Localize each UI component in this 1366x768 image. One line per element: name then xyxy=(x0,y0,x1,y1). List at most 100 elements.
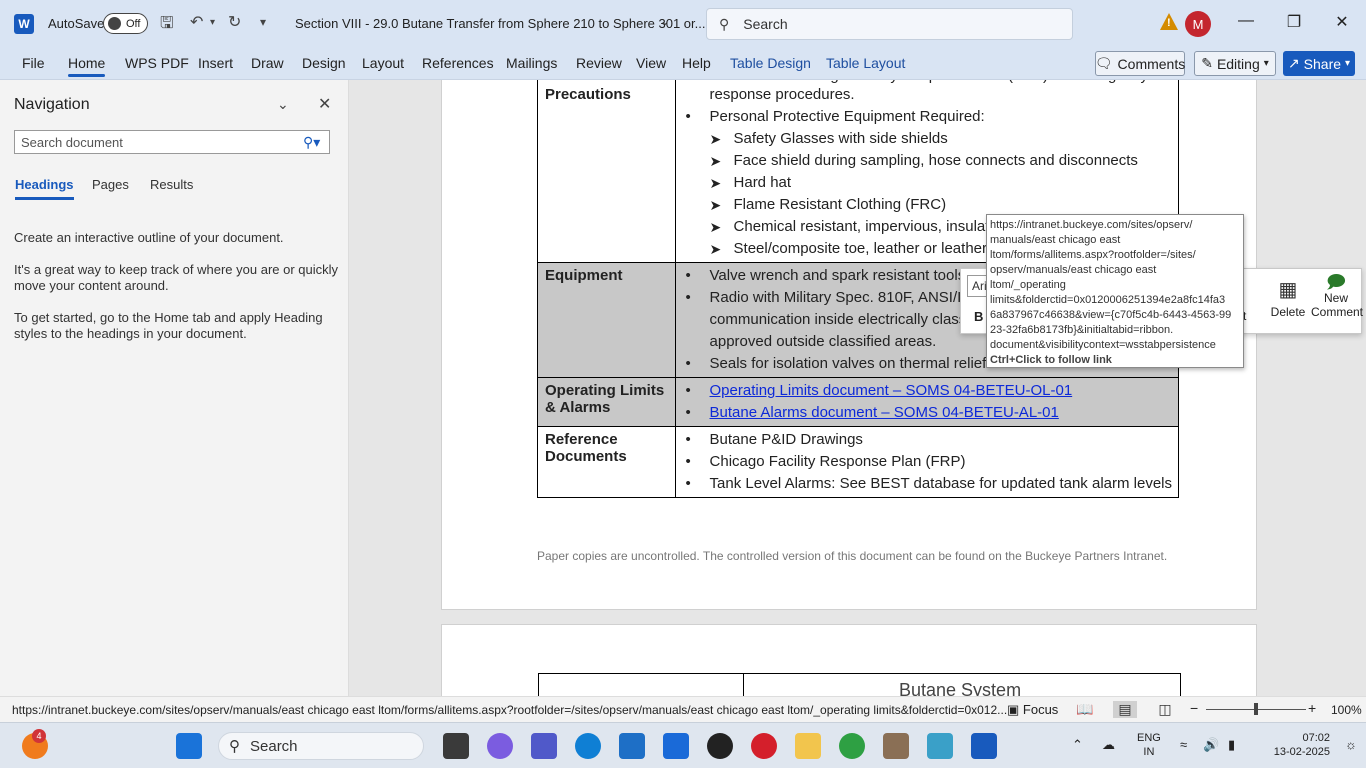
copilot-icon[interactable] xyxy=(487,733,513,759)
page-header-table[interactable]: Butane System xyxy=(538,673,1181,696)
chrome-icon[interactable] xyxy=(839,733,865,759)
tab-design[interactable]: Design xyxy=(302,55,346,71)
bold-button[interactable]: B xyxy=(974,309,983,324)
wifi-icon[interactable]: ≈ xyxy=(1180,737,1187,752)
row-label-cell[interactable]: Precautions xyxy=(537,80,676,263)
tab-layout[interactable]: Layout xyxy=(362,55,404,71)
tab-review[interactable]: Review xyxy=(576,55,622,71)
tab-table-layout[interactable]: Table Layout xyxy=(826,55,905,71)
list-item-text: Valve wrench and spark resistant tools xyxy=(709,267,966,284)
lang-line: ENG xyxy=(1137,732,1161,744)
chevron-down-icon[interactable]: ⌄ xyxy=(660,14,670,28)
avatar[interactable]: M xyxy=(1185,11,1211,37)
opera-icon[interactable] xyxy=(751,733,777,759)
word-taskbar-icon[interactable] xyxy=(971,733,997,759)
undo-icon[interactable]: ↶ xyxy=(190,12,203,32)
navigation-search-input[interactable]: Search document xyxy=(14,130,330,154)
tab-view[interactable]: View xyxy=(636,55,666,71)
link-list-item[interactable]: • Butane Alarms document – SOMS 04-BETEU-… xyxy=(686,402,1172,424)
autosave-toggle[interactable]: Off xyxy=(103,13,148,34)
document-title[interactable]: Section VIII - 29.0 Butane Transfer from… xyxy=(295,16,705,31)
power-automate-icon[interactable] xyxy=(663,733,689,759)
start-icon[interactable] xyxy=(176,733,202,759)
notification-bell-icon[interactable]: ☼ xyxy=(1345,737,1357,752)
customize-toolbar-icon[interactable]: ▾ xyxy=(260,15,266,29)
print-layout-icon[interactable]: ▤ xyxy=(1113,701,1137,718)
table-row[interactable]: Reference Documents • Butane P&ID Drawings… xyxy=(537,426,1180,498)
row-content-cell[interactable]: • Operating Limits document – SOMS 04-BET… xyxy=(674,377,1180,427)
battery-icon[interactable]: ▮ xyxy=(1228,737,1235,753)
taskbar-search[interactable]: ⚲ Search xyxy=(218,732,424,760)
share-icon: ↗ xyxy=(1287,55,1300,71)
status-bar: https://intranet.buckeye.com/sites/opser… xyxy=(0,696,1366,722)
delete-button[interactable]: ▦ Delete xyxy=(1268,277,1308,319)
row-label-cell[interactable]: Equipment xyxy=(537,262,676,378)
edge-icon[interactable] xyxy=(575,733,601,759)
arrow-bullet-icon: ➤ xyxy=(709,131,722,147)
tooltip-url-line: opserv/manuals/east chicago east xyxy=(990,264,1157,276)
tab-insert[interactable]: Insert xyxy=(198,55,233,71)
volume-icon[interactable]: 🔊 xyxy=(1203,737,1219,753)
tab-references[interactable]: References xyxy=(422,55,494,71)
tab-draw[interactable]: Draw xyxy=(251,55,284,71)
new-comment-button[interactable]: 🗩 New Comment xyxy=(1311,273,1363,319)
warning-icon[interactable]: ! xyxy=(1160,13,1178,30)
tab-results[interactable]: Results xyxy=(150,177,193,192)
tab-pages[interactable]: Pages xyxy=(92,177,129,192)
row-label-cell[interactable]: Reference Documents xyxy=(537,426,676,498)
dell-icon[interactable] xyxy=(707,733,733,759)
undo-dropdown-icon[interactable]: ▾ xyxy=(210,17,215,28)
clock-date: 13-02-2025 xyxy=(1273,746,1330,758)
document-link[interactable]: Butane Alarms document – SOMS 04-BETEU-A… xyxy=(710,402,1059,424)
zoom-slider-thumb[interactable] xyxy=(1254,703,1258,715)
tab-wps-pdf[interactable]: WPS PDF xyxy=(125,55,189,71)
row-content-cell[interactable]: • Butane P&ID Drawings • Chicago Facility R… xyxy=(674,426,1180,498)
table-row[interactable]: Operating Limits & Alarms • Operating Limi… xyxy=(537,377,1180,427)
zoom-level[interactable]: 100% xyxy=(1331,703,1362,717)
list-item-text: Tank Level Alarms: See BEST database for… xyxy=(709,475,1172,492)
clock-time: 07:02 xyxy=(1302,732,1330,744)
network-status-icon[interactable]: ☁ xyxy=(1102,737,1115,753)
document-page[interactable]: Butane System xyxy=(441,624,1257,696)
list-item: • Tank Level Alarms: See BEST database fo… xyxy=(686,473,1172,495)
chevron-up-icon[interactable]: ⌃ xyxy=(1072,737,1083,753)
clock[interactable]: 07:02 13-02-2025 xyxy=(1260,731,1330,759)
tab-help[interactable]: Help xyxy=(682,55,711,71)
document-area[interactable]: Precautions•Refer to the Chicago Facilit… xyxy=(350,80,1366,696)
link-list-item[interactable]: • Operating Limits document – SOMS 04-BET… xyxy=(686,380,1172,402)
tab-home[interactable]: Home xyxy=(68,55,106,77)
tab-headings[interactable]: Headings xyxy=(15,177,74,200)
comments-button[interactable]: 🗨 Comments xyxy=(1095,51,1185,76)
web-layout-icon[interactable]: ◫ xyxy=(1153,701,1177,718)
redo-icon[interactable]: ↻ xyxy=(228,12,241,32)
tab-table-design[interactable]: Table Design xyxy=(730,55,811,71)
focus-button[interactable]: ▣ Focus xyxy=(1007,702,1058,718)
tab-file[interactable]: File xyxy=(22,55,45,71)
zoom-in-icon[interactable]: + xyxy=(1308,700,1316,716)
editing-button[interactable]: ✎ Editing ▾ xyxy=(1194,51,1276,76)
row-label-cell[interactable]: Operating Limits & Alarms xyxy=(537,377,676,427)
document-link[interactable]: Operating Limits document – SOMS 04-BETE… xyxy=(710,380,1073,402)
maximize-icon[interactable]: ❐ xyxy=(1279,12,1309,32)
teams-icon[interactable] xyxy=(531,733,557,759)
taskbar: 4 ⚲ Search ⌃ ☁ ENG IN ≈ 🔊 ▮ 07:02 13-02-202… xyxy=(0,722,1366,768)
file-explorer-icon[interactable] xyxy=(795,733,821,759)
app-icon[interactable] xyxy=(927,733,953,759)
search-box[interactable]: ⚲ Search xyxy=(706,8,1073,40)
store-icon[interactable] xyxy=(619,733,645,759)
save-icon[interactable]: 🖫 xyxy=(160,12,174,39)
tab-mailings[interactable]: Mailings xyxy=(506,55,557,71)
read-mode-icon[interactable]: 📖 xyxy=(1073,701,1097,718)
bullet-icon: • xyxy=(685,267,691,284)
tooltip-url-line: limits&folderctid=0x0120006251394e2a8fc1… xyxy=(990,294,1226,306)
close-icon[interactable]: ✕ xyxy=(1327,12,1357,32)
close-icon[interactable]: ✕ xyxy=(318,94,331,114)
chevron-down-icon[interactable]: ⌄ xyxy=(277,96,289,113)
zoom-out-icon[interactable]: − xyxy=(1190,700,1198,716)
app-icon[interactable] xyxy=(883,733,909,759)
task-view-icon[interactable] xyxy=(443,733,469,759)
share-button[interactable]: ↗ Share ▾ xyxy=(1283,51,1355,76)
minimize-icon[interactable]: — xyxy=(1231,12,1261,30)
language-indicator[interactable]: ENG IN xyxy=(1137,731,1161,759)
search-icon[interactable]: ⚲▾ xyxy=(303,134,320,151)
